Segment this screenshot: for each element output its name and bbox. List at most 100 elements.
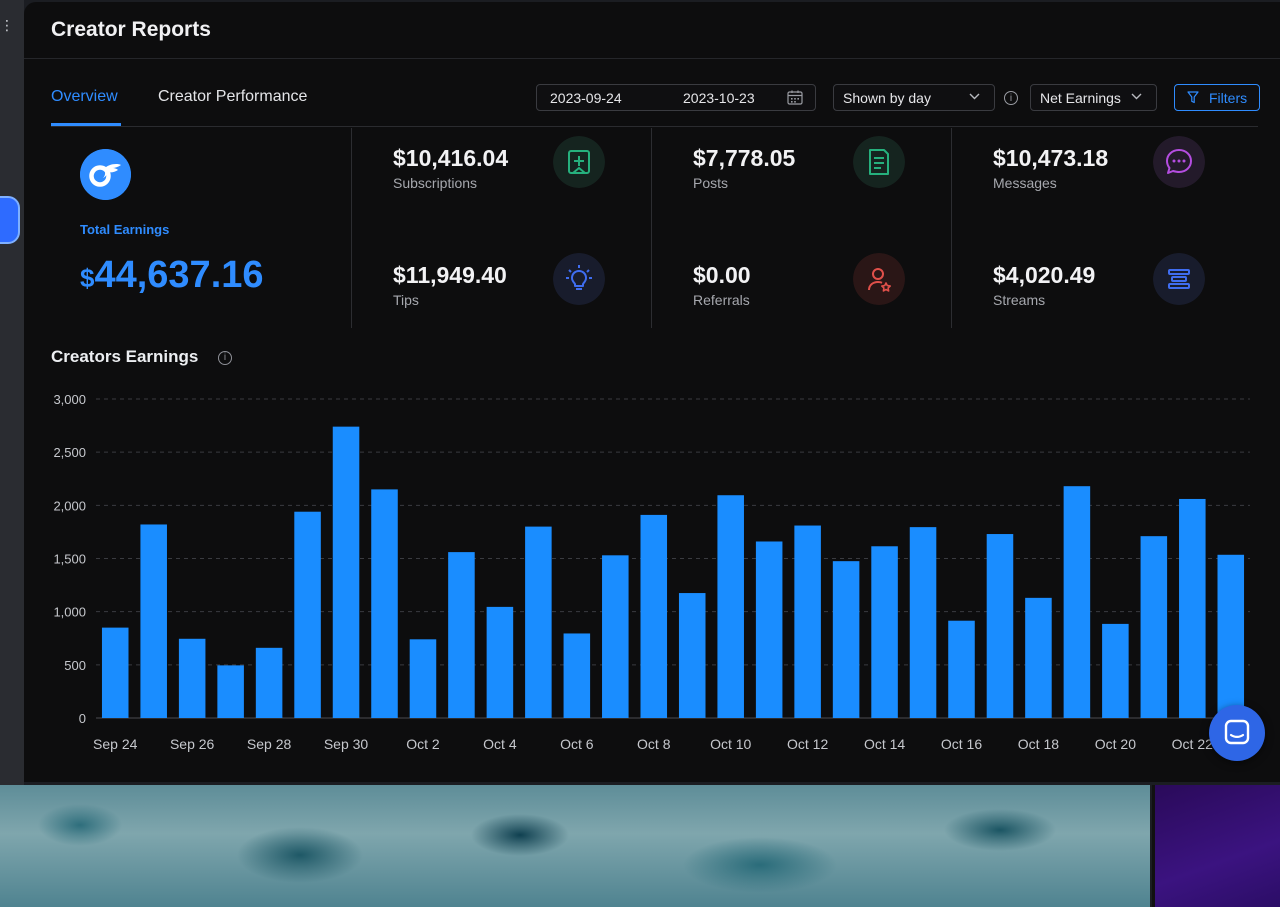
x-tick-label: Sep 26 xyxy=(170,736,215,752)
stats-divider xyxy=(951,128,952,328)
x-tick-label: Sep 30 xyxy=(324,736,369,752)
lightbulb-icon xyxy=(553,253,605,305)
bar-oct-5[interactable] xyxy=(525,526,552,718)
y-tick-label: 3,000 xyxy=(53,392,86,407)
metric-value: Net Earnings xyxy=(1040,90,1121,106)
x-tick-label: Oct 2 xyxy=(406,736,440,752)
info-icon[interactable]: i xyxy=(218,351,232,365)
stat-label: Subscriptions xyxy=(393,175,478,191)
bar-oct-2[interactable] xyxy=(409,639,437,718)
bar-oct-17[interactable] xyxy=(986,534,1014,718)
bar-oct-7[interactable] xyxy=(602,555,629,718)
onlyfans-logo-icon xyxy=(80,149,131,200)
tab-creator-performance[interactable]: Creator Performance xyxy=(158,88,307,106)
grouping-select[interactable]: Shown by day xyxy=(833,84,995,111)
filter-icon xyxy=(1187,91,1199,104)
filters-button[interactable]: Filters xyxy=(1174,84,1260,111)
bar-oct-22[interactable] xyxy=(1179,498,1206,718)
stat-label: Streams xyxy=(993,292,1046,308)
bar-oct-10[interactable] xyxy=(717,495,744,718)
stat-tips: $11,949.40 Tips xyxy=(393,253,633,322)
x-tick-label: Oct 6 xyxy=(560,736,594,752)
bar-oct-11[interactable] xyxy=(755,541,783,718)
bar-oct-16[interactable] xyxy=(948,620,975,718)
x-tick-label: Oct 20 xyxy=(1095,736,1136,752)
user-star-icon xyxy=(853,253,905,305)
bar-oct-4[interactable] xyxy=(486,606,514,718)
y-tick-label: 1,500 xyxy=(53,552,86,567)
bar-oct-12[interactable] xyxy=(794,525,821,718)
x-tick-label: Oct 14 xyxy=(864,736,905,752)
background-app-button[interactable] xyxy=(0,196,20,244)
bar-sep-26[interactable] xyxy=(178,638,206,718)
bar-oct-18[interactable] xyxy=(1025,597,1052,718)
currency-symbol: $ xyxy=(80,263,95,293)
stats-divider xyxy=(651,128,652,328)
stat-label: Referrals xyxy=(693,292,750,308)
section-title: Creators Earnings xyxy=(51,347,199,366)
title-bar: Creator Reports xyxy=(24,2,1280,59)
metric-select[interactable]: Net Earnings xyxy=(1030,84,1157,111)
date-end[interactable]: 2023-10-23 xyxy=(683,90,755,106)
stats-divider xyxy=(351,128,352,328)
x-tick-label: Sep 24 xyxy=(93,736,138,752)
bar-sep-28[interactable] xyxy=(255,647,283,718)
chat-icon xyxy=(1224,719,1250,745)
background-app-strip: ⋮ xyxy=(0,0,24,785)
stat-label: Posts xyxy=(693,175,729,191)
more-vertical-icon[interactable]: ⋮ xyxy=(0,18,14,32)
x-tick-label: Oct 4 xyxy=(483,736,517,752)
chat-support-button[interactable] xyxy=(1209,705,1265,761)
creator-reports-window: Creator Reports Overview Creator Perform… xyxy=(24,2,1280,782)
tab-divider xyxy=(51,126,1258,127)
date-range-picker[interactable]: 2023-09-24 2023-10-23 xyxy=(536,84,816,111)
bar-oct-3[interactable] xyxy=(448,552,475,718)
y-tick-label: 500 xyxy=(64,658,86,673)
stream-bars-icon xyxy=(1153,253,1205,305)
bar-oct-1[interactable] xyxy=(371,489,398,718)
total-earnings-label: Total Earnings xyxy=(80,222,170,237)
bar-oct-14[interactable] xyxy=(871,546,898,718)
stat-value: $10,473.18 xyxy=(993,145,1109,171)
bar-sep-29[interactable] xyxy=(294,511,321,718)
bar-oct-15[interactable] xyxy=(909,527,937,718)
bar-oct-20[interactable] xyxy=(1102,623,1129,718)
bar-oct-19[interactable] xyxy=(1063,486,1091,718)
bar-oct-23[interactable] xyxy=(1217,554,1245,718)
chat-bubble-icon xyxy=(1153,136,1205,188)
date-start[interactable]: 2023-09-24 xyxy=(550,90,622,106)
bar-sep-30[interactable] xyxy=(332,426,360,718)
info-icon[interactable]: i xyxy=(1004,91,1018,105)
stat-referrals: $0.00 Referrals xyxy=(693,253,933,322)
y-tick-label: 1,000 xyxy=(53,605,86,620)
stat-streams: $4,020.49 Streams xyxy=(993,253,1233,322)
bar-oct-21[interactable] xyxy=(1140,536,1168,718)
bar-sep-25[interactable] xyxy=(140,524,167,718)
stat-value: $4,020.49 xyxy=(993,262,1096,288)
tab-overview[interactable]: Overview xyxy=(51,88,118,106)
bar-sep-24[interactable] xyxy=(101,627,129,718)
bar-oct-8[interactable] xyxy=(640,514,668,718)
bar-sep-27[interactable] xyxy=(217,665,244,718)
bar-oct-9[interactable] xyxy=(678,593,706,718)
stat-value: $0.00 xyxy=(693,262,751,288)
bar-oct-13[interactable] xyxy=(832,561,860,718)
bar-oct-6[interactable] xyxy=(563,633,591,718)
stat-label: Tips xyxy=(393,292,419,308)
x-tick-label: Oct 22 xyxy=(1172,736,1213,752)
total-amount: 44,637.16 xyxy=(94,254,264,296)
x-tick-label: Oct 16 xyxy=(941,736,982,752)
x-tick-label: Oct 8 xyxy=(637,736,671,752)
document-icon xyxy=(853,136,905,188)
calendar-icon[interactable] xyxy=(787,90,803,105)
chevron-down-icon xyxy=(969,93,980,100)
page-title: Creator Reports xyxy=(51,18,211,41)
stat-messages: $10,473.18 Messages xyxy=(993,136,1233,205)
y-tick-label: 0 xyxy=(79,711,86,726)
desktop-wallpaper xyxy=(0,785,1150,907)
stat-subscriptions: $10,416.04 Subscriptions xyxy=(393,136,633,205)
x-tick-label: Oct 18 xyxy=(1018,736,1059,752)
y-tick-label: 2,000 xyxy=(53,498,86,513)
earnings-bar-chart: 0 500 1,000 1,500 2,000 2,500 3,000 Sep 24 Sep 2… xyxy=(53,392,1250,752)
total-earnings-value: $44,637.16 xyxy=(80,254,264,297)
